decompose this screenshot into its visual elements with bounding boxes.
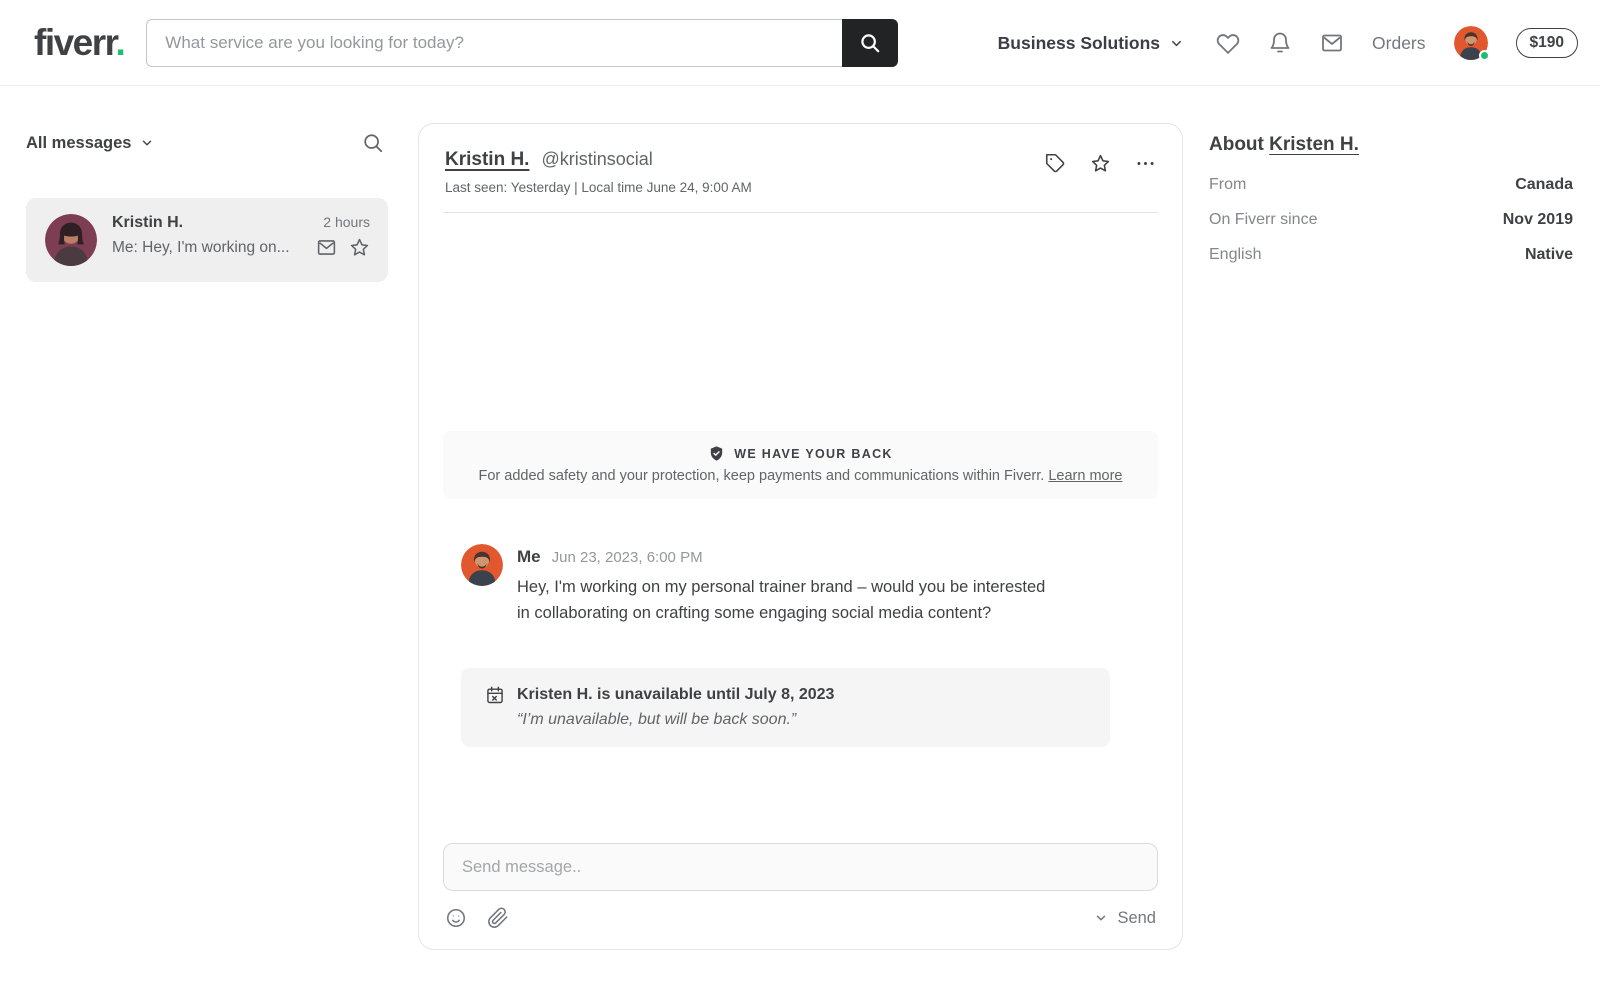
- chat-header: Kristin H. @kristinsocial Last seen: Yes…: [443, 124, 1158, 213]
- conversations-toolbar: All messages: [26, 132, 388, 154]
- balance-badge[interactable]: $190: [1516, 28, 1578, 58]
- fiverr-logo-text: fiverr: [34, 22, 116, 63]
- ellipsis-icon: [1135, 153, 1156, 174]
- conversation-name: Kristin H.: [112, 214, 183, 232]
- about-row-language: English Native: [1209, 243, 1573, 266]
- emoji-button[interactable]: [445, 907, 467, 929]
- online-status-dot: [1479, 50, 1490, 61]
- message-sender: Me: [517, 547, 541, 567]
- mail-icon: [316, 237, 337, 258]
- about-panel: About Kristen H. From Canada On Fiverr s…: [1209, 134, 1573, 266]
- recipient-status-line: Last seen: Yesterday | Local time June 2…: [445, 180, 752, 195]
- business-solutions-menu[interactable]: Business Solutions: [998, 33, 1184, 54]
- about-row-value: Native: [1525, 243, 1573, 266]
- star-conversation-button[interactable]: [1090, 153, 1111, 174]
- inbox-page: All messages Kristin H.: [0, 86, 1600, 1000]
- message-avatar: [461, 544, 503, 586]
- about-row-value: Nov 2019: [1503, 208, 1573, 231]
- business-solutions-label: Business Solutions: [998, 33, 1160, 54]
- top-navigation: fiverr. Business Solutions: [0, 0, 1600, 86]
- chevron-down-icon: [1094, 911, 1108, 925]
- about-row-value: Canada: [1515, 173, 1573, 196]
- conversation-avatar: [45, 214, 97, 266]
- conversation-preview: Me: Hey, I'm working on...: [112, 239, 290, 257]
- search-icon: [362, 132, 384, 154]
- chat-panel: Kristin H. @kristinsocial Last seen: Yes…: [418, 123, 1183, 950]
- star-icon: [349, 237, 370, 258]
- about-name-link[interactable]: Kristen H.: [1269, 134, 1359, 155]
- conversation-summary: Kristin H. 2 hours Me: Hey, I'm working …: [112, 214, 370, 266]
- search-button[interactable]: [842, 19, 898, 67]
- orders-link[interactable]: Orders: [1372, 33, 1425, 54]
- chevron-down-icon: [1169, 36, 1184, 51]
- learn-more-link[interactable]: Learn more: [1048, 468, 1122, 484]
- fiverr-logo[interactable]: fiverr.: [34, 24, 124, 61]
- top-nav-actions: Business Solutions Orders: [998, 0, 1578, 86]
- send-button[interactable]: Send: [1094, 909, 1156, 928]
- message-composer: Send: [443, 843, 1158, 949]
- notifications-button[interactable]: [1268, 31, 1292, 55]
- heart-icon: [1216, 31, 1240, 55]
- about-row-label: On Fiverr since: [1209, 208, 1317, 231]
- messages-filter-dropdown[interactable]: All messages: [26, 134, 154, 153]
- recipient-name-link[interactable]: Kristin H.: [445, 149, 529, 171]
- conversations-sidebar: All messages Kristin H.: [26, 132, 388, 282]
- conversations-search-button[interactable]: [362, 132, 384, 154]
- safety-title: WE HAVE YOUR BACK: [734, 447, 892, 461]
- attach-file-button[interactable]: [487, 907, 509, 929]
- message-timestamp: Jun 23, 2023, 6:00 PM: [552, 549, 703, 566]
- star-icon: [1090, 153, 1111, 174]
- fiverr-inbox-app: fiverr. Business Solutions: [0, 0, 1600, 1000]
- messages-filter-label: All messages: [26, 134, 131, 153]
- shield-check-icon: [708, 445, 725, 462]
- recipient-username: @kristinsocial: [541, 149, 652, 170]
- messages-button[interactable]: [1320, 31, 1344, 55]
- favorites-button[interactable]: [1216, 31, 1240, 55]
- safety-body-text: For added safety and your protection, ke…: [479, 468, 1045, 484]
- search-icon: [859, 32, 881, 54]
- unavailable-quote: “I’m unavailable, but will be back soon.…: [517, 711, 1086, 729]
- tag-icon: [1045, 153, 1066, 174]
- chat-message: Me Jun 23, 2023, 6:00 PM Hey, I'm workin…: [461, 544, 1158, 626]
- about-row-from: From Canada: [1209, 173, 1573, 196]
- smiley-icon: [445, 907, 467, 929]
- calendar-unavailable-icon: [485, 685, 505, 705]
- global-search: [146, 19, 898, 67]
- send-label: Send: [1117, 909, 1156, 928]
- search-input[interactable]: [146, 19, 842, 67]
- mail-icon: [1320, 31, 1344, 55]
- about-row-label: From: [1209, 173, 1246, 196]
- more-options-button[interactable]: [1135, 153, 1156, 174]
- chevron-down-icon: [140, 136, 154, 150]
- fiverr-logo-dot: .: [116, 22, 125, 63]
- message-input[interactable]: [443, 843, 1158, 891]
- label-conversation-button[interactable]: [1045, 153, 1066, 174]
- paperclip-icon: [487, 907, 509, 929]
- profile-avatar[interactable]: [1454, 26, 1488, 60]
- conversation-list-item[interactable]: Kristin H. 2 hours Me: Hey, I'm working …: [26, 198, 388, 282]
- unavailable-notice: Kristen H. is unavailable until July 8, …: [461, 668, 1110, 747]
- conversation-time: 2 hours: [323, 214, 370, 230]
- message-body: Hey, I'm working on my personal trainer …: [517, 574, 1057, 626]
- unavailable-title: Kristen H. is unavailable until July 8, …: [517, 686, 834, 704]
- about-row-member-since: On Fiverr since Nov 2019: [1209, 208, 1573, 231]
- star-conversation-button[interactable]: [349, 237, 370, 258]
- about-label: About: [1209, 134, 1264, 155]
- chat-body: WE HAVE YOUR BACK For added safety and y…: [419, 213, 1182, 949]
- safety-notice: WE HAVE YOUR BACK For added safety and y…: [443, 431, 1158, 499]
- bell-icon: [1268, 31, 1292, 55]
- mark-unread-button[interactable]: [316, 237, 337, 258]
- about-row-label: English: [1209, 243, 1261, 266]
